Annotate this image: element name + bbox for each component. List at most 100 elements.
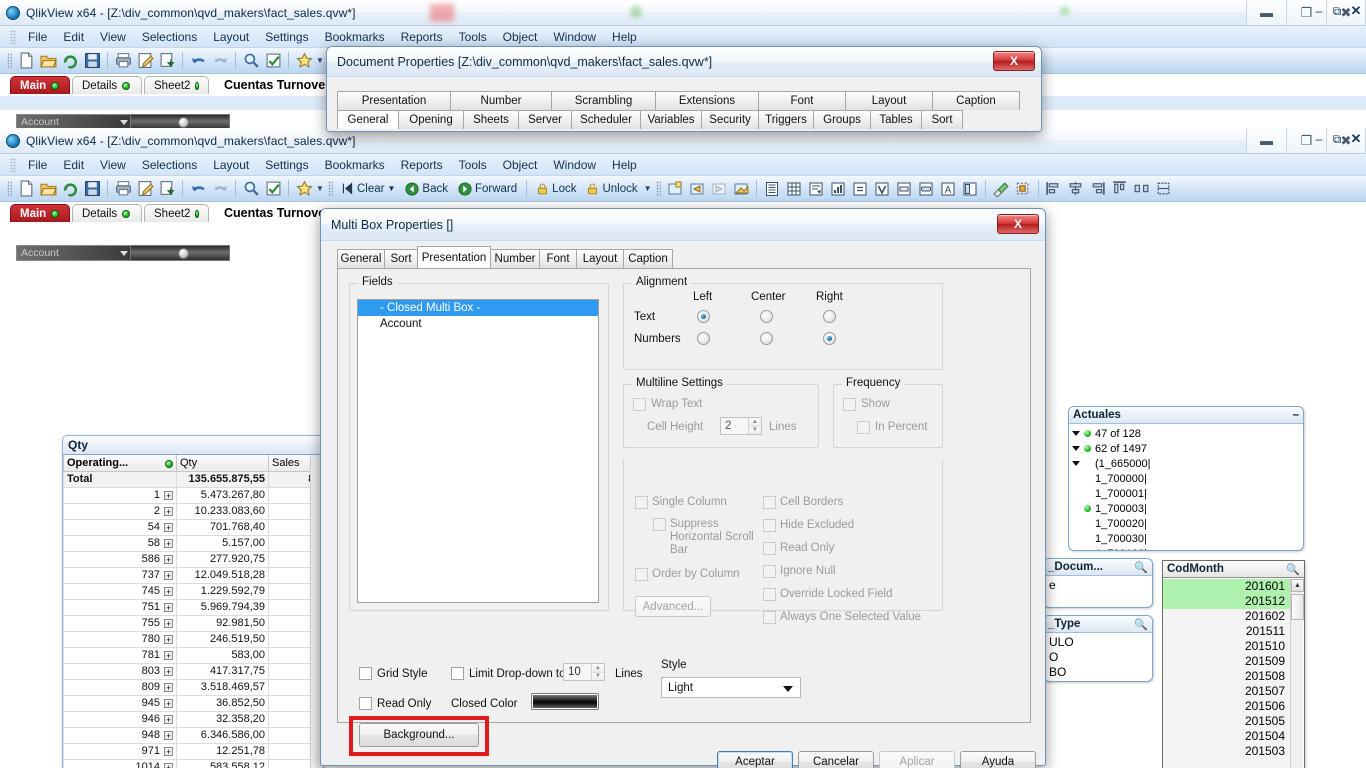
numbers-align-left-radio[interactable]	[697, 332, 710, 345]
grid-style-checkbox[interactable]	[359, 667, 372, 680]
docprop-tab-general[interactable]: General	[337, 110, 399, 129]
slider-knob[interactable]	[178, 117, 189, 128]
table-row[interactable]: 945 +36.852,50	[63, 694, 310, 712]
unlock-button[interactable]: Unlock	[581, 182, 642, 196]
search-icon[interactable]	[240, 178, 262, 199]
next-sheet-icon[interactable]	[708, 178, 730, 199]
numbers-align-right-radio[interactable]	[823, 332, 836, 345]
button-object-icon[interactable]	[915, 178, 937, 199]
toolbar-overflow-icon[interactable]: ▼	[315, 179, 325, 199]
wrap-text-checkbox[interactable]	[633, 398, 646, 411]
closed-color-swatch[interactable]	[531, 693, 599, 710]
text-align-center-radio[interactable]	[760, 310, 773, 323]
table-row[interactable]: 780+246.519,508	[63, 630, 310, 648]
menu-bookmarks[interactable]: Bookmarks	[317, 28, 393, 46]
expand-icon[interactable]: +	[164, 618, 173, 628]
table-row[interactable]: 54+701.768,407	[63, 518, 310, 536]
search-icon[interactable]: 🔍	[1134, 561, 1148, 574]
docprop-tab-tables[interactable]: Tables	[870, 110, 922, 129]
sheet-tab-details-2[interactable]: Details	[72, 204, 142, 222]
expand-icon[interactable]: +	[164, 586, 173, 596]
table-row[interactable]: 755+92.981,501	[63, 614, 310, 632]
docprop-tab-scheduler[interactable]: Scheduler	[571, 110, 641, 129]
multibox-tab-layout[interactable]: Layout	[576, 249, 624, 268]
limit-dropdown-checkbox[interactable]	[451, 667, 464, 680]
table-row[interactable]: 809+3.518.469,574.0	[63, 678, 310, 696]
list-item[interactable]: 201511	[1163, 624, 1290, 639]
minimize-icon[interactable]: ▬	[1246, 0, 1286, 25]
mdi-restore-icon[interactable]: ⧉	[1328, 0, 1346, 22]
list-item[interactable]: 201509	[1163, 654, 1290, 669]
cell-height-value[interactable]: 2	[721, 418, 748, 434]
row-id[interactable]: 971 +	[63, 742, 177, 760]
redo-icon[interactable]	[209, 50, 231, 71]
scroll-up-icon[interactable]: ▲	[1291, 579, 1304, 592]
row-id[interactable]: 803 +	[63, 662, 177, 680]
expand-icon[interactable]: +	[164, 714, 173, 724]
document-properties-dialog[interactable]: Document Properties [Z:\div_common\qvd_m…	[326, 46, 1042, 132]
fields-list[interactable]: - Closed Multi Box - Account	[357, 299, 599, 603]
menu-window[interactable]: Window	[545, 28, 604, 46]
reload-icon[interactable]	[59, 50, 81, 71]
align-right-icon[interactable]	[1087, 178, 1109, 199]
search-icon[interactable]	[240, 50, 262, 71]
container-object-icon[interactable]	[959, 178, 981, 199]
account-slider-2[interactable]	[130, 245, 230, 261]
field-list-item[interactable]: Account	[358, 316, 598, 332]
sheet-tab-details[interactable]: Details	[72, 76, 142, 94]
statistics-box-icon[interactable]	[871, 178, 893, 199]
clear-button[interactable]: Clear ▼	[336, 182, 400, 195]
menu-file[interactable]: File	[20, 28, 55, 46]
expand-icon[interactable]: +	[164, 538, 173, 548]
read-only-checkbox-right[interactable]	[763, 542, 776, 555]
aceptar-button[interactable]: Aceptar	[717, 751, 793, 768]
read-only-checkbox-bottom[interactable]	[359, 697, 372, 710]
row-id[interactable]: 945 +	[63, 694, 177, 712]
table-box-icon[interactable]	[783, 178, 805, 199]
save-icon[interactable]	[81, 50, 103, 71]
list-item[interactable]: 201505	[1163, 714, 1290, 729]
row-id[interactable]: 1014 +	[63, 758, 177, 768]
row-id[interactable]: 948 +	[63, 726, 177, 744]
style-combo[interactable]: Light	[661, 677, 801, 698]
list-item[interactable]: 1_700020|	[1072, 516, 1300, 531]
list-item[interactable]: 1_700001|	[1072, 486, 1300, 501]
undo-icon[interactable]	[187, 50, 209, 71]
table-row[interactable]: 971+12.251,782.3	[63, 742, 310, 760]
row-id[interactable]: 755 +	[63, 614, 177, 632]
menu-reports[interactable]: Reports	[393, 28, 451, 46]
format-painter-icon[interactable]	[990, 178, 1012, 199]
menu-selections[interactable]: Selections	[134, 156, 205, 174]
row-id[interactable]: 58 +	[63, 534, 177, 552]
edit-script-icon[interactable]	[134, 178, 156, 199]
sheet-tab-main-2[interactable]: Main	[10, 204, 70, 222]
row-id[interactable]: 780 +	[63, 630, 177, 648]
list-item[interactable]: 201508	[1163, 669, 1290, 684]
menu-view[interactable]: View	[92, 156, 134, 174]
list-item[interactable]: 1_700120|...	[1072, 546, 1300, 551]
save-icon[interactable]	[81, 178, 103, 199]
expand-icon[interactable]: +	[164, 698, 173, 708]
spin-down-icon[interactable]: ▼	[591, 672, 604, 680]
text-align-left-radio[interactable]	[697, 310, 710, 323]
resize-icon[interactable]	[1153, 178, 1175, 199]
align-center-icon[interactable]	[1065, 178, 1087, 199]
docprop-tab-sort[interactable]: Sort	[921, 110, 963, 129]
list-box-icon[interactable]	[761, 178, 783, 199]
mdi-minimize-icon[interactable]: –	[1310, 0, 1328, 22]
menu-help[interactable]: Help	[604, 28, 645, 46]
menu-settings[interactable]: Settings	[257, 156, 316, 174]
list-item[interactable]: 201510	[1163, 639, 1290, 654]
docprop-tab-number[interactable]: Number	[450, 91, 552, 110]
search-icon[interactable]: 🔍	[1286, 563, 1300, 576]
table-row[interactable]: 737+12.049.518,289.0	[63, 566, 310, 584]
menu-object[interactable]: Object	[495, 156, 546, 174]
print-icon[interactable]	[112, 178, 134, 199]
sheet-properties-icon[interactable]	[730, 178, 752, 199]
codmonth-listbox[interactable]: CodMonth 🔍 201601 201512 201602 201511 20151…	[1162, 560, 1305, 768]
hide-excluded-checkbox[interactable]	[763, 519, 776, 532]
multibox-tab-font[interactable]: Font	[539, 249, 577, 268]
table-row[interactable]: 2+10.233.083,604.8	[63, 502, 310, 520]
row-id[interactable]: 781 +	[63, 646, 177, 664]
list-item[interactable]: (1_665000|	[1072, 456, 1300, 471]
